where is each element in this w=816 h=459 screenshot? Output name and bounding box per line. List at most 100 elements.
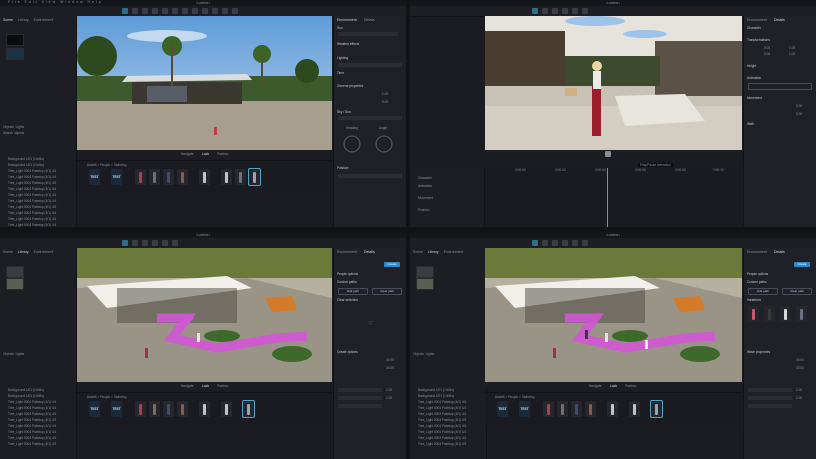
search-input[interactable]: Search objects: [3, 131, 24, 135]
tab-environment[interactable]: Environment: [337, 250, 357, 254]
outliner-item[interactable]: Tree_Light 0004 Palmtop (4/1) 4/1: [8, 424, 56, 428]
outliner-item[interactable]: Background 1/01 (1/x/Bo): [8, 394, 44, 398]
scale-tool-icon[interactable]: [562, 240, 568, 246]
tab-objects[interactable]: Objects: [413, 352, 424, 356]
outliner-item[interactable]: Tree_Light 0004 Palmtop (4/1) 4/1: [8, 211, 56, 215]
section-wave-properties[interactable]: Wave properties: [747, 350, 770, 354]
asset-thumb[interactable]: [557, 401, 568, 417]
outliner-item[interactable]: Background 1/01 (1/x/Bo): [418, 388, 454, 392]
asset-thumb[interactable]: [650, 400, 663, 418]
viewport[interactable]: [77, 248, 332, 382]
slider[interactable]: [338, 388, 382, 392]
section-walk[interactable]: Walk: [747, 122, 754, 126]
slider[interactable]: [748, 404, 792, 408]
asset-thumb[interactable]: [571, 401, 582, 417]
section-clear-selection[interactable]: Clear selection: [337, 298, 358, 302]
tab-environment[interactable]: Environment: [34, 250, 54, 254]
render-tool-icon[interactable]: [582, 240, 588, 246]
tab-library[interactable]: Library: [18, 250, 29, 254]
mode-position[interactable]: Position: [217, 384, 228, 388]
outliner-item[interactable]: Tree_Light 0004 Palmtop (4/1) 4/1: [8, 412, 56, 416]
render-tool-icon[interactable]: [172, 240, 178, 246]
track-label[interactable]: Position: [418, 208, 429, 212]
select-tool-icon[interactable]: [532, 240, 538, 246]
section-custom-paths[interactable]: Custom paths: [337, 280, 357, 284]
outliner-item[interactable]: Tree_Light 0004 Palmtop (4/1) 4/1: [8, 193, 56, 197]
rotate-tool-icon[interactable]: [552, 240, 558, 246]
move-tool-icon[interactable]: [542, 8, 548, 14]
tab-lights[interactable]: Lights: [16, 125, 25, 129]
tab-environment[interactable]: Environment: [747, 250, 767, 254]
tab-details[interactable]: Details: [364, 250, 375, 254]
tab-scene[interactable]: Scene: [3, 250, 13, 254]
asset-thumb[interactable]: [199, 169, 210, 185]
camera-tool-icon[interactable]: [172, 8, 178, 14]
tab-details[interactable]: Details: [774, 250, 785, 254]
asset-thumb[interactable]: [248, 168, 261, 186]
outliner-item[interactable]: Background 1/01 (1/x/Bo): [418, 394, 454, 398]
asset-thumb[interactable]: [221, 169, 232, 185]
outliner-item[interactable]: Tree_Light 0004 Palmtop (4/1) 4/1: [8, 181, 56, 185]
animation-button[interactable]: [748, 83, 812, 90]
slider[interactable]: [338, 404, 382, 408]
settings-tool-icon[interactable]: [232, 8, 238, 14]
section-custom-paths[interactable]: Custom paths: [747, 280, 767, 284]
move-tool-icon[interactable]: [132, 240, 138, 246]
camera-tool-icon[interactable]: [162, 240, 168, 246]
track-label[interactable]: Movement: [418, 196, 433, 200]
outliner-item[interactable]: Tree_Light 0004 Palmtop (4/1) 4/1: [8, 223, 56, 227]
outliner-item[interactable]: Tree_Light 0004 Palmtop (4/1) 4/1: [8, 205, 56, 209]
track-label[interactable]: Character: [418, 176, 432, 180]
rotate-tool-icon[interactable]: [142, 240, 148, 246]
outliner-item[interactable]: Tree_Light 0004 Palmtop (4/1) 4/1: [8, 217, 56, 221]
angle-dial[interactable]: [375, 135, 393, 153]
mode-position[interactable]: Position: [217, 152, 228, 156]
outliner-item[interactable]: Tree_Light 0004 Palmtop (4/1) 4/1: [418, 418, 466, 422]
scene-thumbnail[interactable]: [416, 278, 434, 290]
tab-library[interactable]: Library: [428, 250, 439, 254]
asset-breadcrumb[interactable]: Assets > People > Standing: [87, 395, 126, 399]
outliner-item[interactable]: Tree_Light 0004 Palmtop (4/1) 4/1: [8, 400, 56, 404]
asset-thumb[interactable]: [585, 401, 596, 417]
edit-path-button[interactable]: Edit path: [748, 288, 778, 295]
measure-tool-icon[interactable]: [182, 8, 188, 14]
asset-thumb[interactable]: [543, 401, 554, 417]
section-variations[interactable]: Variations: [747, 298, 761, 302]
section-animation[interactable]: Animation: [747, 76, 761, 80]
heading-dial[interactable]: [343, 135, 361, 153]
asset-thumb[interactable]: TEST: [111, 169, 122, 185]
asset-thumb[interactable]: TEST: [497, 401, 508, 417]
tab-environment[interactable]: Environment: [34, 18, 54, 22]
variation-thumb[interactable]: [748, 306, 759, 322]
mode-look[interactable]: Look: [202, 152, 209, 156]
scene-thumbnail[interactable]: [6, 278, 24, 290]
section-character[interactable]: Character: [747, 26, 761, 30]
section-create-options[interactable]: Create options: [337, 350, 358, 354]
render-tool-icon[interactable]: [582, 8, 588, 14]
create-button[interactable]: Create: [384, 262, 400, 267]
asset-breadcrumb[interactable]: Assets > People > Standing: [495, 395, 534, 399]
tab-scene[interactable]: Scene: [3, 18, 13, 22]
tab-lights[interactable]: Lights: [16, 352, 25, 356]
asset-thumb[interactable]: [235, 169, 246, 185]
asset-thumb[interactable]: [177, 169, 188, 185]
asset-thumb[interactable]: [221, 401, 232, 417]
tab-lights[interactable]: Lights: [426, 352, 435, 356]
tab-objects[interactable]: Objects: [3, 352, 14, 356]
tab-environment[interactable]: Environment: [337, 18, 357, 22]
outliner-item[interactable]: Background 1/01 (1/x/Bo): [8, 163, 44, 167]
outliner-item[interactable]: Tree_Light 0004 Palmtop (4/1) 4/1: [418, 436, 466, 440]
asset-thumb[interactable]: TEST: [519, 401, 530, 417]
asset-thumb[interactable]: [177, 401, 188, 417]
mode-navigate[interactable]: Navigate: [181, 384, 194, 388]
outliner-item[interactable]: Tree_Light 0004 Palmtop (4/1) 4/1: [418, 400, 466, 404]
track-label[interactable]: Animation: [418, 184, 432, 188]
clear-path-button[interactable]: Clear path: [782, 288, 812, 295]
asset-thumb[interactable]: [163, 169, 174, 185]
outliner-item[interactable]: Tree_Light 0004 Palmtop (4/1) 4/1: [8, 430, 56, 434]
edit-path-button[interactable]: Edit path: [338, 288, 368, 295]
lighting-tabs[interactable]: [338, 63, 402, 67]
outliner-item[interactable]: Tree_Light 0004 Palmtop (4/1) 4/1: [8, 169, 56, 173]
section-people-options[interactable]: People options: [337, 272, 358, 276]
asset-thumb[interactable]: [149, 169, 160, 185]
